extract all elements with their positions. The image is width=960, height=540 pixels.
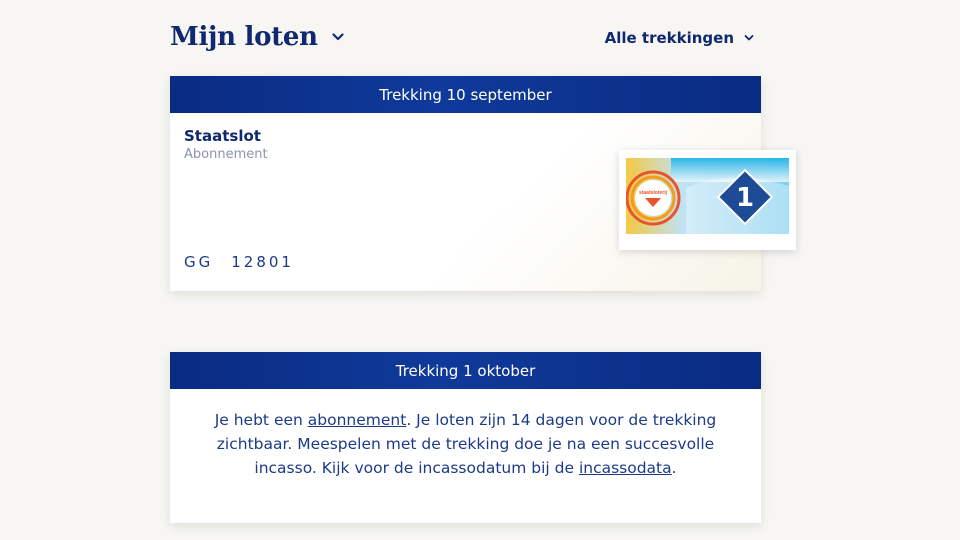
ticket-series: GG [184,253,214,271]
chevron-down-icon [332,33,344,41]
ticket-image[interactable]: staatsloterij 1 [619,150,796,250]
page-title-dropdown[interactable]: Mijn loten [170,22,344,52]
page-title: Mijn loten [170,22,318,52]
message-text: . [671,459,677,477]
ticket-digits: 12801 [231,253,294,271]
collection-dates-link[interactable]: incassodata [579,459,672,477]
draw-filter-dropdown[interactable]: Alle trekkingen [605,29,754,47]
subscription-message: Je hebt een abonnement. Je loten zijn 14… [170,389,761,480]
ticket-artwork: staatsloterij 1 [626,158,789,234]
draw-filter-label: Alle trekkingen [604,29,734,47]
page: Mijn loten Alle trekkingen Trekking 10 s… [0,0,960,540]
draw-header: Trekking 10 september [170,76,761,113]
ticket-number: GG 12801 [184,253,294,271]
ticket-name: Staatslot [184,127,261,145]
chevron-down-icon [744,35,754,41]
subscription-link[interactable]: abonnement [308,411,407,429]
ticket-badge-number: 1 [736,183,754,213]
message-text: Je hebt een [214,411,308,429]
ticket-logo-text: staatsloterij [639,190,668,196]
draw-card-october: Trekking 1 oktober Je hebt een abonnemen… [170,352,761,523]
draw-header: Trekking 1 oktober [170,352,761,389]
ticket-type: Abonnement [184,147,268,162]
